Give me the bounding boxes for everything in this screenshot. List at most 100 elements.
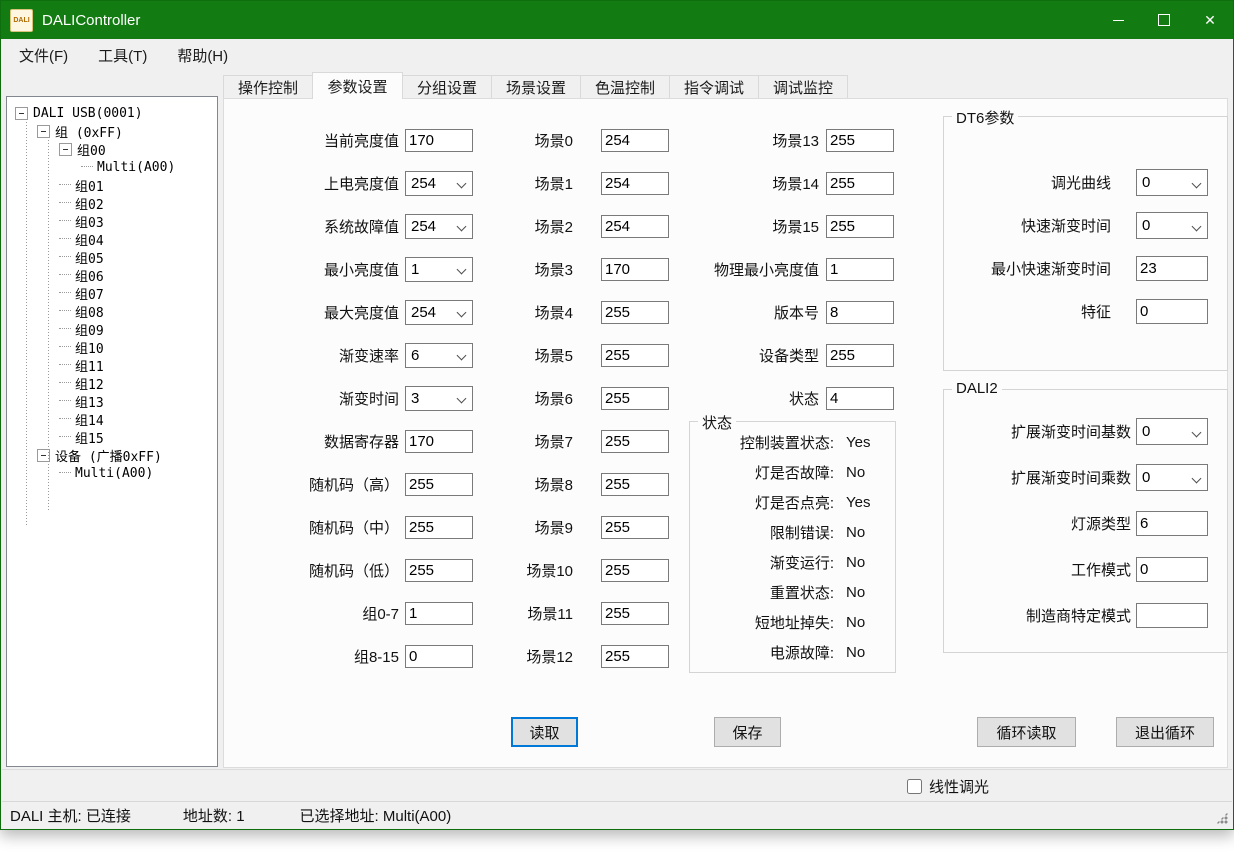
tree-item-dali-usb[interactable]: DALI USB(0001) [7, 104, 217, 122]
linear-dimming-checkbox[interactable] [907, 779, 922, 794]
fade-time-combobox[interactable]: 3 [405, 386, 473, 411]
menu-file[interactable]: 文件(F) [6, 40, 81, 71]
tree-item-group-04[interactable]: 组04 [7, 230, 217, 248]
field-data-register: 数据寄存器 [237, 429, 473, 454]
tree-item-group-14[interactable]: 组14 [7, 410, 217, 428]
tab-color-temp-control[interactable]: 色温控制 [580, 75, 670, 98]
field-min-fast-fade-time: 最小快速渐变时间 [941, 255, 1208, 282]
fade-rate-combobox[interactable]: 6 [405, 343, 473, 368]
random-code-high-input[interactable] [405, 473, 473, 496]
system-failure-level-combobox[interactable]: 254 [405, 214, 473, 239]
features-input[interactable] [1136, 299, 1208, 324]
scene-8-input[interactable] [601, 473, 669, 496]
field-operating-mode: 工作模式 [941, 556, 1208, 583]
collapse-icon[interactable] [37, 125, 50, 138]
tab-debug-monitor[interactable]: 调试监控 [758, 75, 848, 98]
data-register-input[interactable] [405, 430, 473, 453]
field-dimming-curve: 调光曲线0 [941, 169, 1208, 196]
operating-mode-input[interactable] [1136, 557, 1208, 582]
group-8-15-input[interactable] [405, 645, 473, 668]
min-fast-fade-time-input[interactable] [1136, 256, 1208, 281]
tree-item-group-09[interactable]: 组09 [7, 320, 217, 338]
read-button[interactable]: 读取 [511, 717, 578, 747]
scene-10-input[interactable] [601, 559, 669, 582]
max-brightness-combobox[interactable]: 254 [405, 300, 473, 325]
window-title: DALIController [42, 12, 140, 29]
dt6-groupbox-title: DT6参数 [952, 107, 1018, 128]
extended-fade-base-combobox[interactable]: 0 [1136, 418, 1208, 445]
tree-item-group-06[interactable]: 组06 [7, 266, 217, 284]
tree-item-device-broadcast[interactable]: 设备 (广播0xFF) [7, 446, 217, 464]
random-code-mid-input[interactable] [405, 516, 473, 539]
tree-connector [59, 184, 71, 186]
status-value-input[interactable] [826, 387, 894, 410]
status-badge: No [846, 464, 865, 481]
tab-operation-control[interactable]: 操作控制 [223, 75, 313, 98]
dimming-curve-combobox[interactable]: 0 [1136, 169, 1208, 196]
fast-fade-time-combobox[interactable]: 0 [1136, 212, 1208, 239]
version-number-input[interactable] [826, 301, 894, 324]
tree-item-group-15[interactable]: 组15 [7, 428, 217, 446]
tree-item-multi-a00-device[interactable]: Multi(A00) [7, 464, 217, 482]
tree-item-group-12[interactable]: 组12 [7, 374, 217, 392]
random-code-low-input[interactable] [405, 559, 473, 582]
scene-7-input[interactable] [601, 430, 669, 453]
minimize-button[interactable] [1095, 1, 1141, 39]
scene-11-input[interactable] [601, 602, 669, 625]
tab-scene-settings[interactable]: 场景设置 [491, 75, 581, 98]
tree-item-group-00[interactable]: 组00 [7, 140, 217, 158]
close-button[interactable]: ✕ [1187, 1, 1233, 39]
chevron-down-icon [1192, 222, 1202, 232]
tree-item-group-02[interactable]: 组02 [7, 194, 217, 212]
tree-item-group-05[interactable]: 组05 [7, 248, 217, 266]
scene-9-input[interactable] [601, 516, 669, 539]
extended-fade-multiplier-combobox[interactable]: 0 [1136, 464, 1208, 491]
menu-bar: 文件(F) 工具(T) 帮助(H) [2, 39, 1232, 72]
scene-13-input[interactable] [826, 129, 894, 152]
menu-tools[interactable]: 工具(T) [85, 40, 160, 71]
tree-item-group-10[interactable]: 组10 [7, 338, 217, 356]
field-scene-7: 场景7 [481, 429, 669, 454]
current-brightness-input[interactable] [405, 129, 473, 152]
tree-connector [59, 256, 71, 258]
save-button[interactable]: 保存 [714, 717, 781, 747]
field-scene-14: 场景14 [641, 171, 894, 196]
light-source-type-input[interactable] [1136, 511, 1208, 536]
collapse-icon[interactable] [15, 107, 28, 120]
field-light-source-type: 灯源类型 [941, 510, 1208, 537]
tree-item-multi-a00[interactable]: Multi(A00) [7, 158, 217, 176]
tree-item-group-11[interactable]: 组11 [7, 356, 217, 374]
tab-grouping-settings[interactable]: 分组设置 [402, 75, 492, 98]
maximize-button[interactable] [1141, 1, 1187, 39]
status-lamp-on: 灯是否点亮:Yes [689, 492, 889, 512]
close-icon: ✕ [1204, 13, 1216, 27]
scene-12-input[interactable] [601, 645, 669, 668]
linear-dimming-field: 线性调光 [907, 776, 989, 797]
tree-item-group-root[interactable]: 组 (0xFF) [7, 122, 217, 140]
resize-grip-icon[interactable] [1216, 812, 1228, 824]
tab-parameter-settings[interactable]: 参数设置 [312, 72, 403, 99]
tree-item-group-03[interactable]: 组03 [7, 212, 217, 230]
menu-help[interactable]: 帮助(H) [164, 40, 241, 71]
physical-min-brightness-input[interactable] [826, 258, 894, 281]
group-0-7-input[interactable] [405, 602, 473, 625]
tree-item-group-13[interactable]: 组13 [7, 392, 217, 410]
maximize-icon [1158, 14, 1170, 26]
loop-read-button[interactable]: 循环读取 [977, 717, 1076, 747]
min-brightness-combobox[interactable]: 1 [405, 257, 473, 282]
device-type-input[interactable] [826, 344, 894, 367]
status-badge: Yes [846, 494, 870, 511]
scene-15-input[interactable] [826, 215, 894, 238]
tree-item-group-01[interactable]: 组01 [7, 176, 217, 194]
scene-14-input[interactable] [826, 172, 894, 195]
tab-command-debug[interactable]: 指令调试 [669, 75, 759, 98]
power-on-brightness-combobox[interactable]: 254 [405, 171, 473, 196]
tree-item-group-08[interactable]: 组08 [7, 302, 217, 320]
collapse-icon[interactable] [59, 143, 72, 156]
tree-item-group-07[interactable]: 组07 [7, 284, 217, 302]
dali2-rows: 扩展渐变时间基数0 扩展渐变时间乘数0 灯源类型 工作模式 制造商特定模式 [941, 418, 1208, 648]
status-fade-running: 渐变运行:No [689, 552, 889, 572]
exit-loop-button[interactable]: 退出循环 [1116, 717, 1214, 747]
manufacturer-mode-input[interactable] [1136, 603, 1208, 628]
field-random-code-low: 随机码（低） [237, 558, 473, 583]
